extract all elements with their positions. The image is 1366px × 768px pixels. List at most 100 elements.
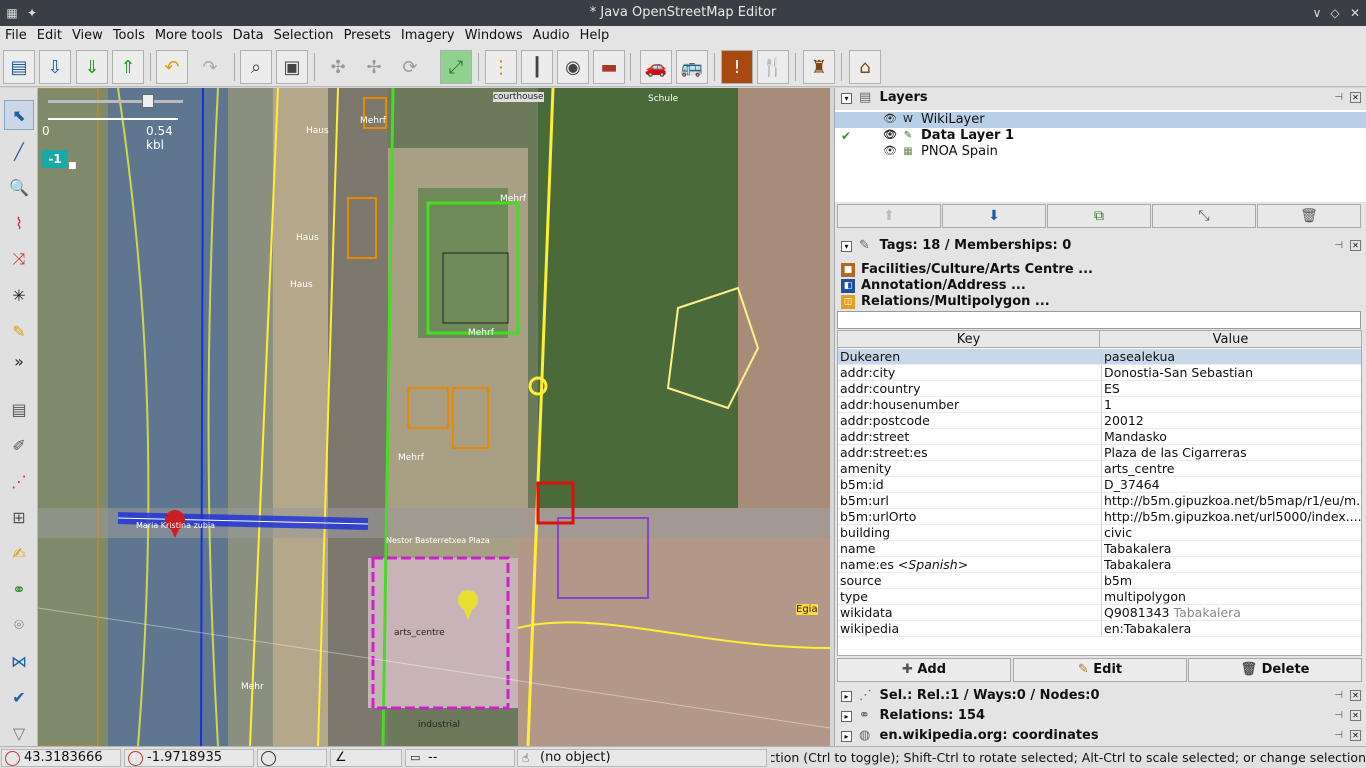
zoom-slider-track[interactable] bbox=[48, 100, 183, 103]
table-row[interactable]: source b5m bbox=[838, 573, 1361, 589]
zoom-slider-thumb[interactable] bbox=[142, 94, 154, 108]
railway-icon[interactable]: ┃ bbox=[521, 50, 553, 84]
table-row[interactable]: addr:street Mandasko bbox=[838, 429, 1361, 445]
command-stack-icon[interactable]: ⊞ bbox=[4, 502, 34, 532]
layer-row-data-layer-1[interactable]: ✔ 👁 ✎ Data Layer 1 bbox=[835, 128, 1366, 144]
conflict-icon[interactable]: ⋈ bbox=[4, 646, 34, 676]
warning-icon[interactable]: ! bbox=[721, 50, 753, 84]
level-badge[interactable]: -1 bbox=[42, 150, 68, 168]
table-row[interactable]: b5m:urlOrto http://b5m.gipuzkoa.net/url50… bbox=[838, 509, 1361, 525]
menu-more-tools[interactable]: More tools bbox=[150, 26, 228, 47]
menu-audio[interactable]: Audio bbox=[528, 26, 575, 47]
table-row[interactable]: addr:country ES bbox=[838, 381, 1361, 397]
menu-edit[interactable]: Edit bbox=[32, 26, 67, 47]
visibility-eye-icon[interactable]: 👁 bbox=[883, 128, 897, 141]
more-tools-icon[interactable]: » bbox=[4, 346, 34, 376]
preset-address[interactable]: ◧ Annotation/Address ... bbox=[839, 278, 1365, 294]
delete-tag-button[interactable]: 🗑 Delete bbox=[1188, 658, 1362, 682]
expand-icon[interactable]: ▸ bbox=[841, 691, 852, 702]
add-tag-button[interactable]: ✚ Add bbox=[837, 658, 1011, 682]
menu-data[interactable]: Data bbox=[228, 26, 269, 47]
draw-pencil-icon[interactable]: ✎ bbox=[4, 316, 34, 346]
selection-list-icon[interactable]: ⋰ bbox=[4, 466, 34, 496]
road-icon[interactable]: ⋮ bbox=[485, 50, 517, 84]
pin-icon[interactable]: ⊣ bbox=[1334, 92, 1343, 103]
undo-icon[interactable]: ↶ bbox=[156, 50, 188, 84]
authors-icon[interactable]: ✍ bbox=[4, 538, 34, 568]
relation-list-icon[interactable]: ⚭ bbox=[4, 574, 34, 604]
close-icon[interactable]: ✕ bbox=[1350, 92, 1361, 103]
column-key[interactable]: Key bbox=[838, 331, 1099, 348]
menu-imagery[interactable]: Imagery bbox=[396, 26, 460, 47]
visibility-eye-icon[interactable]: 👁 bbox=[883, 112, 897, 125]
duplicate-layer-icon[interactable]: ⤡ bbox=[1152, 204, 1256, 228]
preset-multipolygon[interactable]: ◫ Relations/Multipolygon ... bbox=[839, 294, 1365, 310]
zoom-selection-icon[interactable]: ▣ bbox=[276, 50, 308, 84]
move-up-icon[interactable]: ⬆ bbox=[837, 204, 941, 228]
expand-icon[interactable]: ▸ bbox=[841, 711, 852, 722]
table-row[interactable]: wikipedia en:Tabakalera bbox=[838, 621, 1361, 637]
menu-tools[interactable]: Tools bbox=[108, 26, 150, 47]
parallel-mode-icon[interactable]: ⤨ bbox=[4, 244, 34, 274]
merge-layers-icon[interactable]: ⧉ bbox=[1047, 204, 1151, 228]
bus-icon[interactable]: 🚌 bbox=[676, 50, 708, 84]
menu-windows[interactable]: Windows bbox=[460, 26, 528, 47]
table-row[interactable]: building civic bbox=[838, 525, 1361, 541]
wikipedia-panel-header[interactable]: ▸ ◍ en.wikipedia.org: coordinates ⊣ ✕ bbox=[835, 726, 1366, 746]
pin-icon[interactable]: ⊣ bbox=[1334, 240, 1343, 251]
map-view[interactable]: ■ courthouse Schule Mehrf Mehrf Mehrf Me… bbox=[38, 88, 830, 746]
table-row[interactable]: type multipolygon bbox=[838, 589, 1361, 605]
castle-icon[interactable]: ♜ bbox=[803, 50, 835, 84]
menu-selection[interactable]: Selection bbox=[269, 26, 339, 47]
menu-presets[interactable]: Presets bbox=[339, 26, 396, 47]
column-value[interactable]: Value bbox=[1099, 331, 1361, 348]
table-row[interactable]: b5m:id D_37464 bbox=[838, 477, 1361, 493]
pin-icon[interactable]: ⊣ bbox=[1334, 730, 1343, 741]
close-button[interactable]: ✕ bbox=[1346, 4, 1364, 22]
validator-icon[interactable]: ✔ bbox=[4, 682, 34, 712]
car-icon[interactable]: 🚗 bbox=[640, 50, 672, 84]
download-icon[interactable]: ⇓ bbox=[76, 50, 108, 84]
pin-icon[interactable]: ⊣ bbox=[1334, 690, 1343, 701]
relations-panel-header[interactable]: ▸ ⚭ Relations: 154 ⊣ ✕ bbox=[835, 706, 1366, 726]
traffic-signal-icon[interactable]: ◉ bbox=[557, 50, 589, 84]
layer-row-pnoa-spain[interactable]: 👁 ▦ PNOA Spain bbox=[835, 144, 1366, 160]
layers-panel-header[interactable]: ▾ ▤ Layers ⊣ ✕ bbox=[835, 88, 1366, 108]
maximize-button[interactable]: ◇ bbox=[1326, 4, 1344, 22]
table-row[interactable]: name:es <Spanish> Tabakalera bbox=[838, 557, 1361, 573]
edit-tag-button[interactable]: ✎ Edit bbox=[1013, 658, 1187, 682]
selection-panel-header[interactable]: ▸ ⋰ Sel.: Rel.:1 / Ways:0 / Nodes:0 ⊣ ✕ bbox=[835, 686, 1366, 706]
menu-file[interactable]: File bbox=[0, 26, 32, 47]
collapse-icon[interactable]: ▾ bbox=[841, 241, 852, 252]
table-row[interactable]: addr:city Donostia-San Sebastian bbox=[838, 365, 1361, 381]
upload-icon[interactable]: ⇑ bbox=[112, 50, 144, 84]
tag-filter-input[interactable] bbox=[837, 311, 1361, 329]
fullscreen-icon[interactable]: ⤢ bbox=[440, 50, 472, 84]
tags-toggle-icon[interactable]: ✐ bbox=[4, 430, 34, 460]
close-icon[interactable]: ✕ bbox=[1350, 690, 1361, 701]
redo-icon[interactable]: ↷ bbox=[194, 50, 226, 84]
menu-help[interactable]: Help bbox=[575, 26, 615, 47]
table-row[interactable]: name Tabakalera bbox=[838, 541, 1361, 557]
combine-way-icon[interactable]: ✢ bbox=[358, 50, 390, 84]
industrial-icon[interactable]: ⌂ bbox=[849, 50, 881, 84]
layers-toggle-icon[interactable]: ▤ bbox=[4, 394, 34, 424]
delete-mode-icon[interactable]: ⌇ bbox=[4, 208, 34, 238]
select-mode-icon[interactable]: ⬉ bbox=[4, 100, 34, 130]
filter-icon[interactable]: ▽ bbox=[4, 718, 34, 748]
draw-mode-icon[interactable]: ╱ bbox=[4, 136, 34, 166]
table-row[interactable]: b5m:url http://b5m.gipuzkoa.net/b5map/r1/… bbox=[838, 493, 1361, 509]
open-file-icon[interactable]: ▤ bbox=[3, 50, 35, 84]
move-down-icon[interactable]: ⬇ bbox=[942, 204, 1046, 228]
notes-icon[interactable]: ⌾ bbox=[4, 610, 34, 640]
menu-view[interactable]: View bbox=[67, 26, 108, 47]
wall-icon[interactable]: ▬ bbox=[593, 50, 625, 84]
map-canvas[interactable]: ■ bbox=[38, 88, 830, 746]
save-icon[interactable]: ⇩ bbox=[39, 50, 71, 84]
refresh-icon[interactable]: ⟳ bbox=[394, 50, 426, 84]
table-row[interactable]: amenity arts_centre bbox=[838, 461, 1361, 477]
table-row[interactable]: addr:housenumber 1 bbox=[838, 397, 1361, 413]
collapse-icon[interactable]: ▾ bbox=[841, 93, 852, 104]
table-row[interactable]: wikidata Q9081343 Tabakalera bbox=[838, 605, 1361, 621]
pin-icon[interactable]: ⊣ bbox=[1334, 710, 1343, 721]
